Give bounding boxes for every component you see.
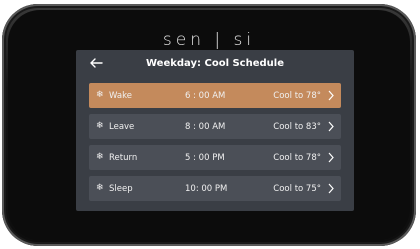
schedule-list: ❄ Wake 6 : 00 AM Cool to 78° ❄ Leave 8 :…: [89, 83, 341, 207]
period-label: Sleep: [109, 184, 133, 194]
thermostat-screen: Weekday: Cool Schedule ❄ Wake 6 : 00 AM …: [76, 50, 354, 211]
schedule-row-return[interactable]: ❄ Return 5 : 00 PM Cool to 78°: [89, 145, 341, 170]
period-time: 8 : 00 AM: [185, 122, 226, 132]
schedule-row-wake[interactable]: ❄ Wake 6 : 00 AM Cool to 78°: [89, 83, 341, 108]
screen-header: Weekday: Cool Schedule: [76, 50, 354, 78]
chevron-right-icon: [328, 121, 334, 132]
period-label: Leave: [109, 122, 135, 132]
period-label: Return: [109, 153, 138, 163]
brand-logo: sen | si: [162, 30, 256, 50]
period-setting: Cool to 83°: [273, 122, 321, 132]
period-setting: Cool to 75°: [273, 184, 321, 194]
schedule-row-leave[interactable]: ❄ Leave 8 : 00 AM Cool to 83°: [89, 114, 341, 139]
snowflake-icon: ❄: [96, 90, 104, 100]
snowflake-icon: ❄: [96, 152, 104, 162]
chevron-right-icon: [328, 90, 334, 101]
period-label: Wake: [109, 91, 132, 101]
period-time: 6 : 00 AM: [185, 91, 226, 101]
chevron-right-icon: [328, 152, 334, 163]
snowflake-icon: ❄: [96, 183, 104, 193]
period-time: 10: 00 PM: [185, 184, 228, 194]
schedule-row-sleep[interactable]: ❄ Sleep 10: 00 PM Cool to 75°: [89, 176, 341, 201]
period-time: 5 : 00 PM: [185, 153, 225, 163]
period-setting: Cool to 78°: [273, 91, 321, 101]
page-title: Weekday: Cool Schedule: [146, 58, 284, 69]
chevron-right-icon: [328, 183, 334, 194]
snowflake-icon: ❄: [96, 121, 104, 131]
period-setting: Cool to 78°: [273, 153, 321, 163]
